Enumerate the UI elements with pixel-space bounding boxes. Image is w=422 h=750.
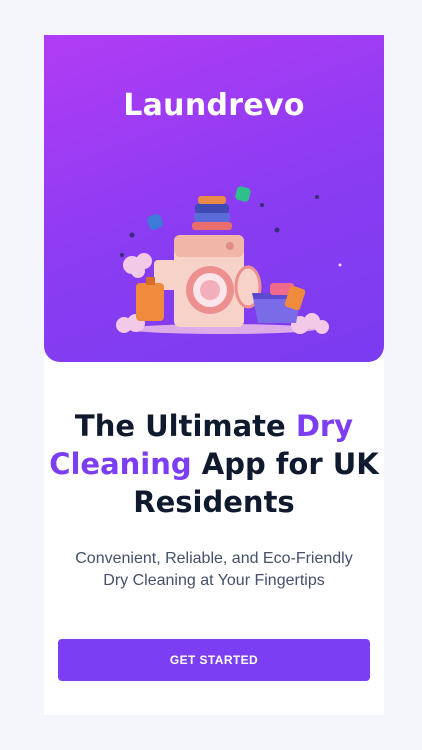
brand-title: Laundrevo [123,88,305,123]
laundry-illustration [116,186,342,334]
subtitle-line-1: Convenient, Reliable, and Eco-Friendly [75,550,353,567]
headline-text-3: Residents [133,485,295,519]
subtitle-line-2: Dry Cleaning at Your Fingertips [103,572,325,589]
hero-banner: Laundrevo [44,35,384,362]
onboarding-screen: Laundrevo The Ultimate Dry Cleaning App … [44,35,384,715]
headline-text-2: App for UK [191,447,379,481]
subtitle: Convenient, Reliable, and Eco-Friendly D… [64,548,364,592]
headline-accent-dry: Dry [295,409,354,443]
headline-accent-cleaning: Cleaning [49,447,192,481]
headline-text-1: The Ultimate [74,409,296,443]
get-started-button[interactable]: GET STARTED [58,639,370,681]
headline: The Ultimate Dry Cleaning App for UK Res… [44,407,384,521]
